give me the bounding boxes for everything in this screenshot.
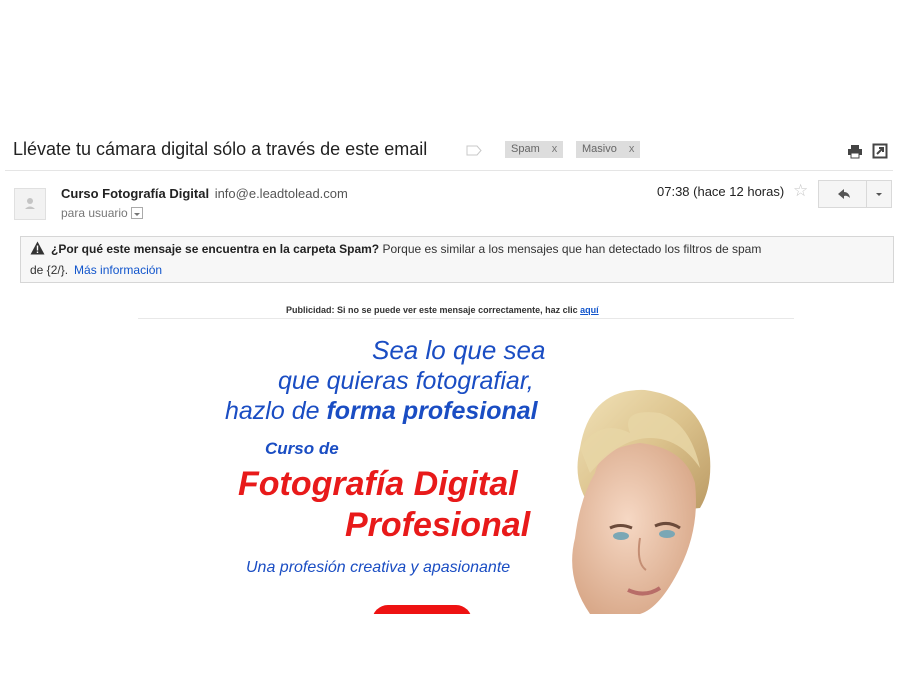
reply-button[interactable] — [818, 180, 867, 208]
open-in-new-window-icon[interactable] — [872, 143, 888, 159]
email-subject: Llévate tu cámara digital sólo a través … — [13, 139, 428, 159]
sender-email: info@e.leadtolead.com — [214, 186, 348, 201]
spam-warning-reason-2: de {2/}. — [30, 263, 69, 277]
ad-title-line-2: Profesional — [345, 506, 531, 544]
page-blank-area — [0, 614, 900, 700]
sender-name[interactable]: Curso Fotografía Digital — [61, 186, 209, 201]
recipient-line: para usuario — [61, 206, 143, 220]
label-chip-name: Masivo — [582, 143, 617, 155]
warning-triangle-icon — [30, 241, 45, 255]
remove-label-button[interactable]: x — [552, 143, 558, 155]
label-chip-masivo: Masivo x — [576, 141, 641, 158]
chevron-down-icon — [133, 212, 140, 216]
model-portrait-image — [572, 389, 711, 614]
divider — [5, 170, 893, 171]
ad-tagline-3b: forma profesional — [326, 397, 538, 425]
ad-tagline-3: hazlo de forma profesional — [225, 397, 538, 426]
print-icon[interactable] — [847, 143, 863, 159]
star-icon[interactable]: ☆ — [793, 181, 808, 201]
ad-notice: Publicidad: Si no se puede ver este mens… — [286, 305, 599, 315]
spam-warning-reason: Porque es similar a los mensajes que han… — [382, 242, 762, 256]
label-chip-name: Spam — [511, 143, 540, 155]
spam-warning-text: ¿Por qué este mensaje se encuentra en la… — [51, 242, 761, 256]
ad-title-line-1: Fotografía Digital — [238, 465, 518, 503]
sender-line: Curso Fotografía Digital info@e.leadtole… — [61, 186, 348, 201]
spam-warning-text-2: de {2/}. Más información — [30, 263, 162, 277]
ad-subtitle: Una profesión creativa y apasionante — [246, 559, 511, 576]
ad-course-label: Curso de — [265, 439, 339, 458]
label-tag-icon[interactable] — [466, 145, 482, 156]
remove-label-button[interactable]: x — [629, 143, 635, 155]
label-chip-spam: Spam x — [505, 141, 564, 158]
ad-notice-link[interactable]: aquí — [580, 305, 599, 315]
show-details-button[interactable] — [130, 206, 143, 219]
spam-warning-question: ¿Por qué este mensaje se encuentra en la… — [51, 242, 380, 256]
ad-notice-text: Publicidad: Si no se puede ver este mens… — [286, 305, 578, 315]
more-info-link[interactable]: Más información — [74, 263, 162, 277]
recipient-text: para usuario — [61, 206, 128, 220]
chevron-down-icon — [876, 193, 882, 196]
reply-arrow-icon — [838, 189, 850, 199]
default-avatar-icon — [25, 198, 35, 209]
ad-tagline-3a: hazlo de — [225, 397, 320, 425]
avatar — [14, 188, 46, 220]
timestamp: 07:38 (hace 12 horas) — [657, 184, 785, 199]
ad-tagline-1: Sea lo que sea — [372, 335, 546, 365]
more-actions-button[interactable] — [866, 180, 892, 208]
ad-tagline-2: que quieras fotografiar, — [278, 367, 534, 395]
divider — [138, 318, 794, 319]
